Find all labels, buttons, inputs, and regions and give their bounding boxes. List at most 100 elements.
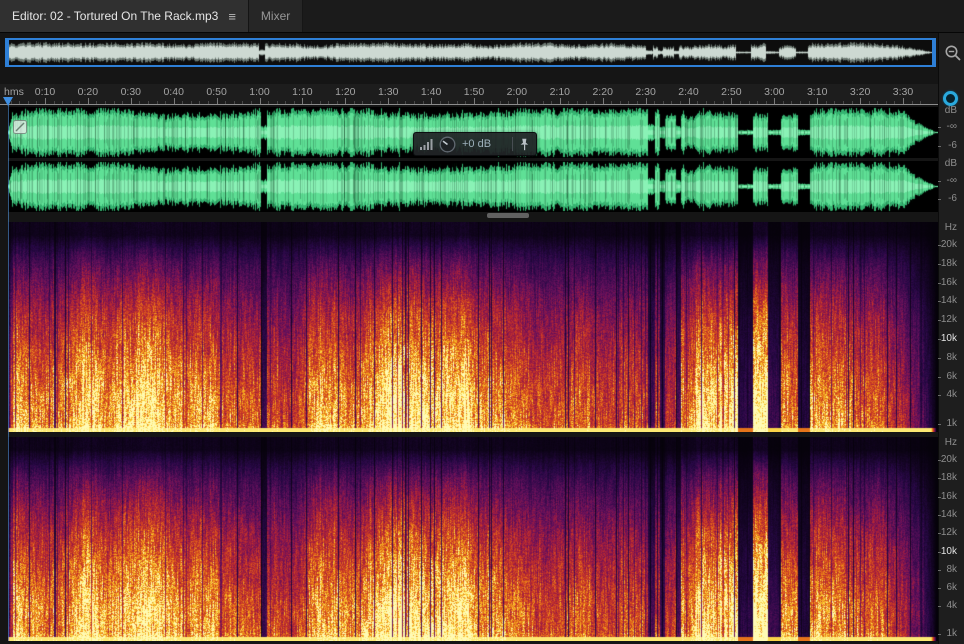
ruler-time-label: 1:40 <box>420 86 442 98</box>
horizontal-scrollbar-thumb[interactable] <box>487 213 529 218</box>
ruler-minor-tick <box>782 101 784 104</box>
ruler-minor-tick <box>662 101 664 104</box>
waveform-canvas-ch2[interactable] <box>8 161 938 212</box>
ruler-minor-tick <box>122 101 124 104</box>
ruler-time-label: 2:00 <box>506 86 528 98</box>
ruler-minor-tick <box>619 101 621 104</box>
amplitude-tick-label: -6 <box>938 140 962 152</box>
ruler-time-label: 0:30 <box>120 86 142 98</box>
ruler-minor-tick <box>448 101 450 104</box>
tab-bar-filler <box>303 0 964 32</box>
ruler-minor-tick <box>757 101 759 104</box>
amplitude-tick-label: -∞ <box>938 175 962 187</box>
playhead-marker[interactable] <box>3 97 13 106</box>
ruler-time-label: 2:10 <box>549 86 571 98</box>
ruler-minor-tick <box>199 101 201 104</box>
ruler-minor-tick <box>250 101 252 104</box>
ruler-major-tick <box>903 98 904 104</box>
frequency-tick-label: 1k <box>938 418 962 430</box>
ruler-minor-tick <box>310 101 312 104</box>
ruler-minor-tick <box>105 101 107 104</box>
ruler-major-tick <box>559 98 561 104</box>
ruler-time-label: 1:00 <box>249 86 270 98</box>
tab-mixer[interactable]: Mixer <box>248 0 304 32</box>
ruler-major-tick <box>645 98 647 104</box>
frequency-tick-label: 16k <box>938 491 962 503</box>
frequency-unit-label: Hz <box>944 437 957 448</box>
overview-right-handle[interactable] <box>932 38 936 67</box>
ruler-minor-tick <box>885 101 887 104</box>
frequency-tick-label: 4k <box>938 600 962 612</box>
ruler-minor-tick <box>36 101 38 104</box>
ruler-minor-tick <box>705 101 707 104</box>
ruler-minor-tick <box>156 101 158 104</box>
ruler-minor-tick <box>456 101 458 104</box>
panel-tab-bar: Editor: 02 - Tortured On The Rack.mp3 ≡ … <box>0 0 964 33</box>
ruler-time-label: 3:30 <box>892 86 914 98</box>
gain-value: +0 dB <box>462 138 492 150</box>
frequency-tick-label: 4k <box>938 389 962 401</box>
ruler-major-tick <box>130 98 132 104</box>
spectrogram-canvas-ch2[interactable] <box>8 437 938 641</box>
ruler-time-label: 0:50 <box>206 86 227 98</box>
frequency-tick-label: 12k <box>938 314 962 326</box>
ruler-minor-tick <box>722 101 724 104</box>
ruler-minor-tick <box>147 101 149 104</box>
volume-hud[interactable]: +0 dB <box>413 132 537 156</box>
ruler-time-label: 0:40 <box>163 86 184 98</box>
ruler-major-tick <box>860 98 862 104</box>
overview-navigator[interactable] <box>5 38 936 67</box>
ruler-minor-tick <box>800 101 802 104</box>
volume-knob-icon[interactable] <box>439 136 456 153</box>
ruler-minor-tick <box>96 101 98 104</box>
ruler-major-tick <box>731 98 733 104</box>
ruler-major-tick <box>302 98 304 104</box>
ruler-time-label: 3:00 <box>764 86 785 98</box>
frequency-tick-label: 8k <box>938 564 962 576</box>
ruler-minor-tick <box>611 101 613 104</box>
panel-menu-icon[interactable]: ≡ <box>228 9 236 24</box>
ruler-minor-tick <box>482 101 484 104</box>
amplitude-tick-label: -∞ <box>938 121 962 133</box>
frequency-tick-label: 20k <box>938 239 962 251</box>
ruler-minor-tick <box>336 101 338 104</box>
mixer-tab-label: Mixer <box>260 9 291 23</box>
ruler-major-tick <box>516 98 518 104</box>
channel-edit-icon[interactable] <box>13 120 27 134</box>
frequency-tick-label: 10k <box>938 333 962 345</box>
ruler-minor-tick <box>542 101 544 104</box>
frequency-tick-label: 12k <box>938 527 962 539</box>
tab-editor[interactable]: Editor: 02 - Tortured On The Rack.mp3 ≡ <box>0 0 249 32</box>
ruler-minor-tick <box>165 101 167 104</box>
ruler-minor-tick <box>825 101 827 104</box>
ruler-minor-tick <box>739 101 741 104</box>
ruler-minor-tick <box>285 101 287 104</box>
ruler-minor-tick <box>268 101 270 104</box>
ruler-minor-tick <box>405 101 407 104</box>
ruler-major-tick <box>474 98 475 104</box>
ruler-time-label: 1:20 <box>335 86 356 98</box>
timeline-ruler[interactable]: hms 0:10 0:20 0:30 0:40 0:50 1:00 1:10 1:20 1:30 1… <box>0 84 938 105</box>
frequency-tick-label: 6k <box>938 371 962 383</box>
pin-icon[interactable] <box>519 138 530 151</box>
ruler-minor-tick <box>319 101 321 104</box>
frequency-tick-label: 16k <box>938 277 962 289</box>
ruler-minor-tick <box>491 101 493 104</box>
ruler-minor-tick <box>551 101 553 104</box>
vertical-zoom-knob-icon[interactable] <box>943 91 958 106</box>
amplitude-unit-label: dB <box>944 158 957 169</box>
ruler-minor-tick <box>113 101 115 104</box>
ruler-minor-tick <box>834 101 836 104</box>
ruler-minor-tick <box>671 101 673 104</box>
overview-left-handle[interactable] <box>5 38 9 67</box>
spectrogram-canvas-ch1[interactable] <box>8 222 938 432</box>
ruler-minor-tick <box>182 101 184 104</box>
ruler-time-label: 2:40 <box>678 86 699 98</box>
ruler-minor-tick <box>396 101 398 104</box>
zoom-out-icon[interactable] <box>944 44 962 62</box>
frequency-tick-label: 1k <box>938 628 962 640</box>
ruler-minor-tick <box>894 101 896 104</box>
ruler-minor-tick <box>139 101 141 104</box>
ruler-minor-tick <box>637 101 639 104</box>
ruler-time-label: 1:10 <box>292 86 313 98</box>
